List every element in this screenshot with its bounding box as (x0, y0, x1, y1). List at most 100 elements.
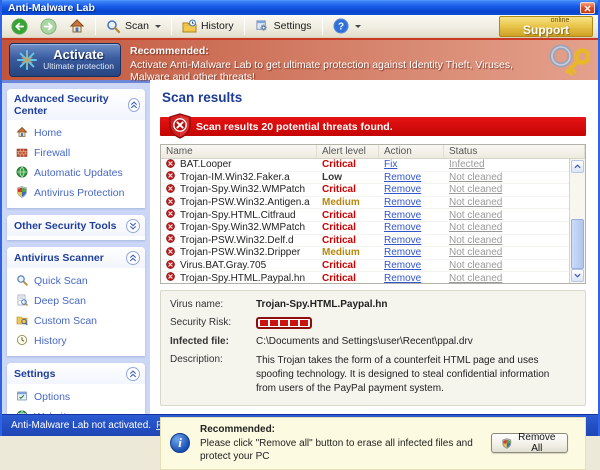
shield-icon (16, 185, 28, 201)
sidebar-section-items: Quick Scan Deep Scan Custom Scan History (7, 268, 145, 352)
close-button[interactable] (580, 2, 595, 14)
table-row[interactable]: BAT.Looper Critical Fix Infected (161, 159, 569, 172)
threat-name: Trojan-Spy.HTML.Citfraud (180, 209, 296, 221)
sidebar-section-title: Antivirus Scanner (14, 252, 104, 264)
recommended-box: i Recommended: Please click "Remove all"… (160, 417, 586, 470)
support-label: Support (523, 23, 569, 37)
home-button[interactable] (64, 16, 90, 36)
virus-details-panel: Virus name: Trojan-Spy.HTML.Paypal.hn Se… (160, 290, 586, 406)
action-link[interactable]: Remove (379, 273, 421, 283)
column-header-action: Action (379, 145, 444, 158)
scan-button[interactable]: Scan (101, 16, 166, 36)
action-link[interactable]: Remove (379, 210, 421, 221)
activate-button[interactable]: Activate Ultimate protection (9, 43, 121, 77)
sidebar-section-items: Home Firewall Automatic Updates Antivirus P… (7, 120, 145, 204)
security-risk-meter (256, 317, 312, 329)
action-link[interactable]: Remove (379, 235, 421, 246)
action-link[interactable]: Remove (379, 197, 421, 208)
chevron-double-down-icon[interactable] (126, 219, 140, 233)
sidebar-section-header[interactable]: Settings (7, 363, 145, 384)
table-scrollbar[interactable] (569, 159, 585, 283)
magnifier-icon (16, 274, 28, 289)
infected-file-label: Infected file: (170, 336, 229, 347)
toolbar-separator (95, 17, 96, 35)
sidebar-item-antivirus-protection[interactable]: Antivirus Protection (16, 183, 145, 203)
sidebar-item-firewall[interactable]: Firewall (16, 143, 145, 163)
status-link[interactable]: Not cleaned (444, 273, 502, 283)
table-row[interactable]: Trojan-Spy.HTML.Paypal.hn Critical Remove N… (161, 272, 569, 283)
sidebar-item-deep-scan[interactable]: Deep Scan (16, 291, 145, 311)
action-link[interactable]: Remove (379, 247, 421, 258)
scroll-down-button[interactable] (571, 269, 584, 282)
status-link[interactable]: Not cleaned (444, 247, 502, 258)
history-label: History (200, 20, 234, 32)
status-link[interactable]: Not cleaned (444, 222, 502, 233)
clock-icon (16, 334, 28, 349)
chevron-double-up-icon[interactable] (126, 367, 140, 381)
table-row[interactable]: Trojan-IM.Win32.Faker.a Low Remove Not clea… (161, 171, 569, 185)
svg-text:?: ? (338, 21, 344, 32)
action-link[interactable]: Remove (379, 172, 421, 183)
threat-name-cell: Trojan-PSW.Win32.Dripper (161, 247, 317, 259)
online-support-button[interactable]: online Support (499, 16, 593, 37)
forward-button[interactable] (35, 16, 62, 36)
chevron-double-up-icon[interactable] (126, 251, 140, 265)
sidebar-item-website[interactable]: Website (16, 407, 145, 414)
scan-label: Scan (125, 20, 149, 32)
status-link[interactable]: Not cleaned (444, 184, 502, 195)
risk-segment (260, 320, 268, 326)
table-row[interactable]: Virus.BAT.Gray.705 Critical Remove Not clea… (161, 259, 569, 273)
action-link[interactable]: Remove (379, 184, 421, 195)
sidebar-item-custom-scan[interactable]: Custom Scan (16, 311, 145, 331)
back-icon (11, 17, 28, 35)
help-icon: ? (333, 18, 349, 34)
action-link[interactable]: Fix (379, 159, 397, 170)
activate-sublabel: Ultimate protection (43, 61, 114, 72)
gear-icon (256, 19, 267, 31)
sidebar-item-label: Deep Scan (34, 295, 86, 307)
table-row[interactable]: Trojan-Spy.Win32.WMPatch Critical Remove No… (161, 184, 569, 197)
info-icon: i (170, 433, 190, 454)
status-link[interactable]: Not cleaned (444, 197, 502, 208)
sidebar-item-home[interactable]: Home (16, 123, 145, 143)
description-value: This Trojan takes the form of a counterf… (256, 355, 550, 394)
back-button[interactable] (6, 16, 33, 36)
status-link[interactable]: Not cleaned (444, 210, 502, 221)
sidebar-item-history[interactable]: History (16, 331, 145, 351)
table-row[interactable]: Trojan-Spy.Win32.WMPatch Critical Remove No… (161, 221, 569, 235)
table-row[interactable]: Trojan-PSW.Win32.Dripper Medium Remove Not … (161, 247, 569, 260)
help-button[interactable]: ? (328, 16, 366, 36)
action-link[interactable]: Remove (379, 260, 421, 271)
sidebar-item-quick-scan[interactable]: Quick Scan (16, 271, 145, 291)
settings-label: Settings (273, 20, 312, 32)
status-link[interactable]: Not cleaned (444, 235, 502, 246)
remove-all-button[interactable]: Remove All (490, 432, 568, 454)
table-row[interactable]: Trojan-PSW.Win32.Delf.d Critical Remove Not… (161, 234, 569, 248)
status-link[interactable]: Not cleaned (444, 172, 502, 183)
alert-level-cell: Critical (322, 184, 356, 196)
sidebar-section-header[interactable]: Other Security Tools (7, 215, 145, 236)
virus-icon (166, 247, 175, 259)
infected-file-value: C:\Documents and Settings\user\Recent\pp… (256, 336, 473, 347)
sidebar-item-options[interactable]: Options (16, 387, 145, 407)
threats-alert-text: Scan results 20 potential threats found. (196, 120, 393, 133)
page-title: Scan results (162, 90, 243, 105)
history-button[interactable]: History (177, 16, 239, 36)
activate-button-text: Activate Ultimate protection (43, 47, 114, 72)
action-link[interactable]: Remove (379, 222, 421, 233)
status-link[interactable]: Infected (444, 159, 485, 170)
sidebar-item-automatic-updates[interactable]: Automatic Updates (16, 163, 145, 183)
table-row[interactable]: Trojan-Spy.HTML.Citfraud Critical Remove No… (161, 209, 569, 222)
settings-button[interactable]: Settings (250, 16, 317, 36)
threat-name-cell: Trojan-IM.Win32.Faker.a (161, 171, 317, 183)
alert-level-cell: Critical (322, 260, 356, 272)
banner-recommended-label: Recommended: (130, 45, 209, 57)
sidebar-section-header[interactable]: Antivirus Scanner (7, 247, 145, 268)
scroll-thumb[interactable] (571, 219, 584, 269)
status-link[interactable]: Not cleaned (444, 260, 502, 271)
sidebar-section-header[interactable]: Advanced Security Center (7, 89, 145, 120)
table-row[interactable]: Trojan-PSW.Win32.Antigen.a Medium Remove No… (161, 196, 569, 210)
virus-icon (166, 221, 175, 234)
chevron-double-up-icon[interactable] (127, 98, 140, 112)
scroll-up-button[interactable] (571, 160, 584, 173)
